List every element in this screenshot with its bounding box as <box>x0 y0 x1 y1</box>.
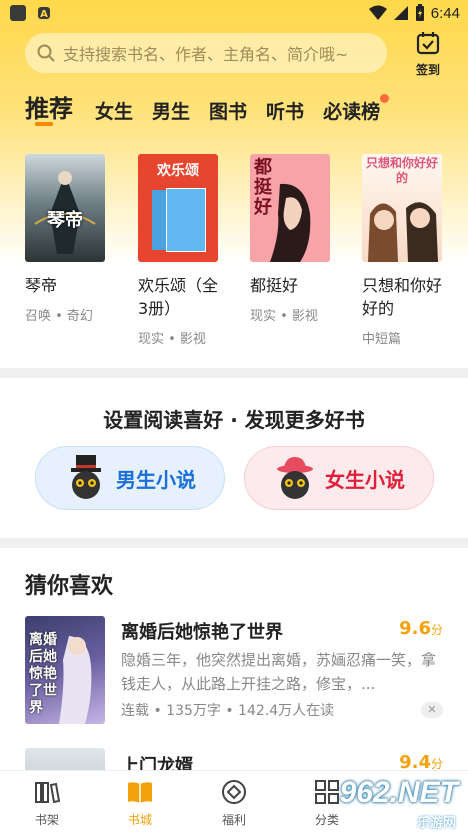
new-dot-badge <box>380 94 390 103</box>
book-cover: 离婚后她惊艳了世界 <box>25 616 105 724</box>
book-card[interactable]: 琴帝 琴帝 召唤 • 奇幻 <box>25 154 109 324</box>
book-meta: 召唤 • 奇幻 <box>25 309 93 324</box>
male-novel-button[interactable]: 男生小说 <box>35 446 225 510</box>
calendar-check-icon <box>416 32 440 55</box>
status-bar: A 6:44 <box>0 0 468 26</box>
nav-label: 书架 <box>34 813 59 827</box>
book-title: 离婚后她惊艳了世界 <box>121 622 283 643</box>
tab-female[interactable]: 女生 <box>95 97 133 124</box>
book-card[interactable]: 都挺好 都挺好 现实 • 影视 <box>250 154 334 324</box>
female-novel-label: 女生小说 <box>325 467 405 492</box>
book-title: 琴帝 <box>25 276 58 295</box>
book-meta: 现实 • 影视 <box>138 332 206 347</box>
tab-must-read-label: 必读榜 <box>323 101 381 123</box>
score-unit: 分 <box>430 757 443 771</box>
book-cover: 欢乐颂 <box>138 154 218 262</box>
search-bar[interactable]: 支持搜索书名、作者、主角名、简介哦~ <box>25 33 387 73</box>
clock: 6:44 <box>430 4 460 22</box>
tab-audiobooks[interactable]: 听书 <box>266 97 304 124</box>
book-description: 隐婚三年，他突然提出离婚，苏婳忍痛一笑，拿钱走人，从此路上开挂之路，修宝，... <box>121 651 437 693</box>
book-meta: 中短篇 <box>362 332 402 347</box>
watermark-sub: 乐游网 <box>416 816 456 831</box>
tab-male[interactable]: 男生 <box>152 97 190 124</box>
nav-label: 福利 <box>221 813 246 827</box>
section-divider <box>0 538 468 548</box>
nav-welfare[interactable]: 福利 <box>204 779 264 828</box>
score-unit: 分 <box>430 623 443 637</box>
search-placeholder: 支持搜索书名、作者、主角名、简介哦~ <box>63 45 349 64</box>
cat-hat-icon <box>277 457 313 499</box>
book-title: 都挺好 <box>250 276 299 295</box>
list-item[interactable]: 离婚后她惊艳了世界 离婚后她惊艳了世界 9.6分 隐婚三年，他突然提出离婚，苏婳… <box>0 616 468 726</box>
app-notification-icon <box>10 5 26 21</box>
category-tabs: 推荐 女生 男生 图书 听书 必读榜 <box>25 88 399 124</box>
welfare-icon <box>222 780 246 804</box>
nav-book-city[interactable]: 书城 <box>110 779 170 828</box>
cover-title: 离婚后她惊艳了世界 <box>29 632 57 716</box>
reading-preference-section: 设置阅读喜好 · 发现更多好书 男生小说 女生小说 <box>0 378 468 538</box>
female-novel-button[interactable]: 女生小说 <box>244 446 434 510</box>
cover-title: 只想和你好好的 <box>365 156 438 185</box>
cover-title: 都挺好 <box>254 157 272 218</box>
section-title: 猜你喜欢 <box>25 574 114 599</box>
watermark-logo: 962.NET 乐游网 <box>312 776 462 832</box>
book-cover: 都挺好 <box>250 154 330 262</box>
book-score: 9.6分 <box>399 618 443 639</box>
book-meta: 现实 • 影视 <box>250 309 318 324</box>
a-notification-icon: A <box>38 7 50 20</box>
battery-icon <box>415 4 424 21</box>
cover-title: 琴帝 <box>47 210 83 231</box>
bookshelf-icon <box>35 782 61 804</box>
checkin-button[interactable]: 签到 <box>408 30 448 77</box>
book-cover: 只想和你好好的 <box>362 154 442 262</box>
book-card[interactable]: 只想和你好好的 只想和你好好的 中短篇 <box>362 154 446 347</box>
nav-bookshelf[interactable]: 书架 <box>17 779 77 828</box>
signal-icon <box>393 6 408 20</box>
search-icon <box>37 44 55 62</box>
active-tab-indicator <box>35 122 53 126</box>
section-divider <box>0 368 468 378</box>
cover-art <box>166 188 206 252</box>
close-icon[interactable]: ✕ <box>421 702 443 718</box>
book-title: 只想和你好好的 <box>362 276 443 318</box>
checkin-label: 签到 <box>415 63 440 77</box>
cat-top-hat-icon <box>71 455 101 499</box>
book-meta: 连载 • 135万字 • 142.4万人在读 <box>121 703 335 719</box>
preference-title: 设置阅读喜好 · 发现更多好书 <box>103 408 365 432</box>
nav-label: 书城 <box>127 813 152 827</box>
tab-recommend[interactable]: 推荐 <box>25 89 73 124</box>
guess-you-like-section: 猜你喜欢 离婚后她惊艳了世界 离婚后她惊艳了世界 9.6分 隐婚三年，他突然提出… <box>0 548 468 832</box>
cover-title: 欢乐颂 <box>157 163 199 179</box>
wifi-icon <box>368 5 387 20</box>
tab-books[interactable]: 图书 <box>209 97 247 124</box>
score-value: 9.6 <box>399 618 431 639</box>
watermark-brand: 962.NET <box>339 776 458 809</box>
male-novel-label: 男生小说 <box>116 467 196 492</box>
book-cover: 琴帝 <box>25 154 105 262</box>
book-card[interactable]: 欢乐颂 欢乐颂（全3册） 现实 • 影视 <box>138 154 222 347</box>
book-city-icon <box>128 782 152 803</box>
book-title: 欢乐颂（全3册） <box>138 276 219 318</box>
tab-must-read[interactable]: 必读榜 <box>323 94 390 124</box>
